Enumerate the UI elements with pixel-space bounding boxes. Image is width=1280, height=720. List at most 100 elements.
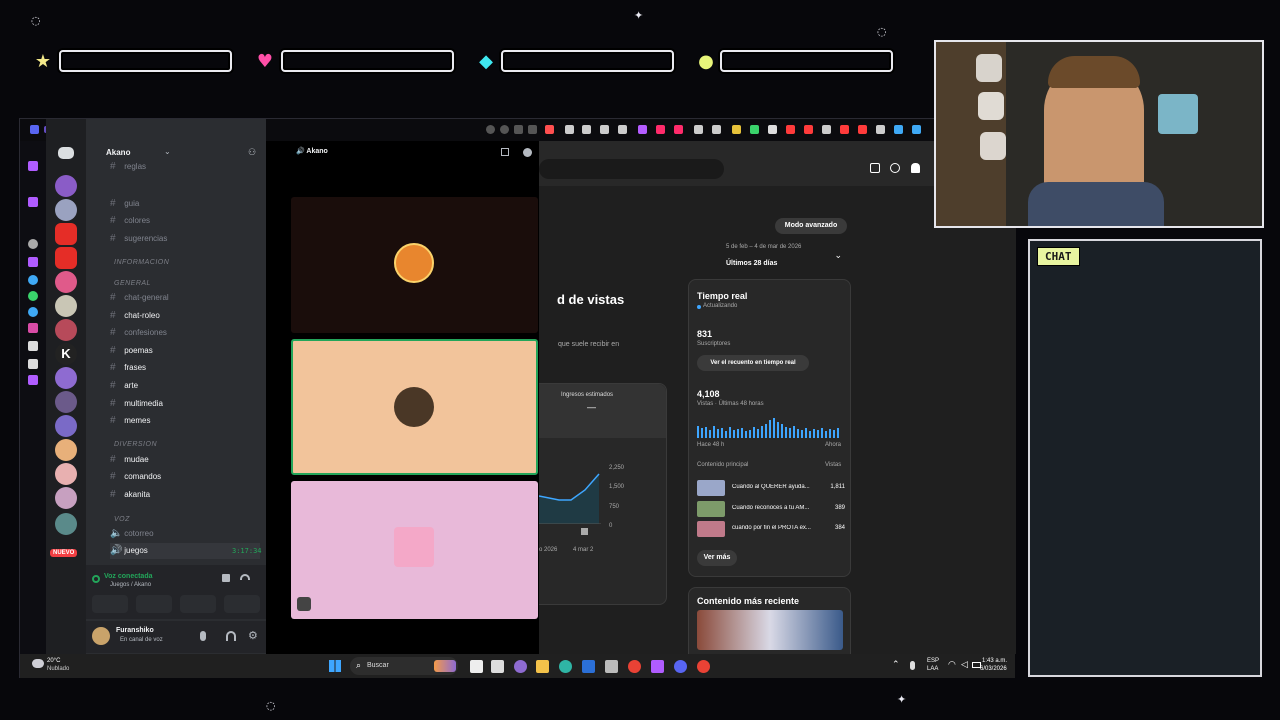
channel-colores[interactable]: # colores (110, 213, 150, 229)
dock-icon[interactable] (28, 197, 38, 207)
video-tile[interactable] (291, 481, 538, 619)
voice-status[interactable]: Voz conectada (104, 573, 153, 580)
tab-icon[interactable] (912, 125, 921, 134)
search-box[interactable]: ⌕ Buscar (350, 657, 458, 675)
channel-sugerencias[interactable]: # sugerencias (110, 231, 167, 247)
video-tile[interactable] (291, 339, 538, 475)
tab-icon[interactable] (694, 125, 703, 134)
help-icon[interactable] (890, 163, 900, 173)
help-icon[interactable] (523, 148, 532, 157)
disconnect-icon[interactable] (240, 574, 250, 580)
server-icon[interactable] (55, 487, 77, 509)
server-icon[interactable] (55, 295, 77, 317)
video-thumbnail[interactable] (697, 610, 843, 650)
tab-icon[interactable] (600, 125, 609, 134)
tab-icon[interactable] (750, 125, 759, 134)
category-informacion[interactable]: INFORMACION (114, 259, 169, 266)
earnings-panel[interactable]: Ingresos estimados — (539, 384, 666, 438)
channel-confesiones[interactable]: # confesiones (110, 325, 167, 341)
wifi-icon[interactable]: ◠ (948, 659, 956, 670)
screen-share-button[interactable] (136, 595, 172, 613)
server-icon[interactable] (55, 175, 77, 197)
server-icon[interactable] (55, 439, 77, 461)
language-bottom[interactable]: LAA (927, 666, 938, 672)
avatar[interactable] (92, 627, 110, 645)
app-icon[interactable] (651, 660, 664, 673)
user-name[interactable]: Furanshiko (116, 627, 154, 634)
weather-icon[interactable] (32, 659, 44, 668)
expand-icon[interactable] (297, 597, 311, 611)
noise-icon[interactable] (222, 574, 230, 582)
server-icon[interactable] (55, 223, 77, 245)
dock-icon[interactable] (28, 307, 38, 317)
camera-off-button[interactable] (92, 595, 128, 613)
channel-reglas[interactable]: # reglas (110, 159, 146, 175)
app-icon[interactable] (697, 660, 710, 673)
inbox-icon[interactable] (501, 148, 509, 156)
tray-chevron-icon[interactable]: ⌃ (892, 659, 900, 670)
list-item[interactable]: cuando por fin el PROTA ex... 384 (697, 521, 845, 537)
period-selector[interactable]: Últimos 28 días ⌄ (726, 250, 846, 267)
channel-chat-general[interactable]: # chat-general (110, 290, 169, 306)
server-icon[interactable] (55, 271, 77, 293)
windows-start-icon[interactable] (329, 660, 341, 672)
tray-mic-icon[interactable] (910, 661, 915, 670)
tab-icon[interactable] (822, 125, 831, 134)
voice-location[interactable]: Juegos / Akano (110, 582, 151, 588)
dock-icon[interactable] (28, 359, 38, 369)
settings-icon[interactable]: ⚙ (248, 629, 258, 642)
tab-icon[interactable] (768, 125, 777, 134)
feedback-icon[interactable] (870, 163, 880, 173)
add-member-icon[interactable]: ⚇ (248, 147, 256, 158)
tab-icon[interactable] (674, 125, 683, 134)
server-icon[interactable] (55, 319, 77, 341)
server-icon[interactable] (55, 247, 77, 269)
tab-icon[interactable] (876, 125, 885, 134)
dock-icon[interactable] (28, 375, 38, 385)
category-general[interactable]: GENERAL (114, 280, 151, 287)
app-icon[interactable] (605, 660, 618, 673)
app-icon[interactable] (674, 660, 687, 673)
chrome-icon[interactable] (628, 660, 641, 673)
server-icon[interactable] (55, 367, 77, 389)
dock-icon[interactable] (28, 161, 38, 171)
channel-comandos[interactable]: # comandos (110, 469, 161, 485)
dock-icon[interactable] (28, 275, 38, 285)
category-diversion[interactable]: DIVERSION (114, 441, 157, 448)
dock-icon[interactable] (28, 257, 38, 267)
soundboard-button[interactable] (224, 595, 260, 613)
server-icon[interactable]: K (55, 343, 77, 365)
server-icon[interactable] (55, 463, 77, 485)
voice-channel-cotorreo[interactable]: 🔈 cotorreo (110, 526, 154, 542)
channel-guia[interactable]: # guia (110, 196, 139, 212)
channel-memes[interactable]: # memes (110, 413, 150, 429)
tab-icon[interactable] (582, 125, 591, 134)
realtime-count-button[interactable]: Ver el recuento en tiempo real (697, 355, 809, 371)
tab-icon[interactable] (804, 125, 813, 134)
channel-frases[interactable]: # frases (110, 360, 146, 376)
tab-icon[interactable] (786, 125, 795, 134)
channel-poemas[interactable]: # poemas (110, 343, 153, 359)
channel-mudae[interactable]: # mudae (110, 452, 149, 468)
copilot-icon[interactable] (514, 660, 527, 673)
see-more-button[interactable]: Ver más (697, 550, 737, 566)
video-tile[interactable] (291, 197, 538, 333)
word-icon[interactable] (582, 660, 595, 673)
tab-icon[interactable] (618, 125, 627, 134)
discord-home-icon[interactable] (58, 147, 74, 159)
dock-icon[interactable] (28, 291, 38, 301)
channel-arte[interactable]: # arte (110, 378, 138, 394)
tab-icon[interactable] (545, 125, 554, 134)
activities-button[interactable] (180, 595, 216, 613)
tab-icon[interactable] (656, 125, 665, 134)
server-icon[interactable] (55, 513, 77, 535)
tab-icon[interactable] (732, 125, 741, 134)
tab-icon[interactable] (565, 125, 574, 134)
tab-icon[interactable] (638, 125, 647, 134)
file-explorer-icon[interactable] (536, 660, 549, 673)
dock-icon[interactable] (28, 239, 38, 249)
tab-icon[interactable] (840, 125, 849, 134)
volume-icon[interactable]: ◁ (961, 659, 968, 670)
server-icon[interactable] (55, 415, 77, 437)
server-icon[interactable] (55, 199, 77, 221)
